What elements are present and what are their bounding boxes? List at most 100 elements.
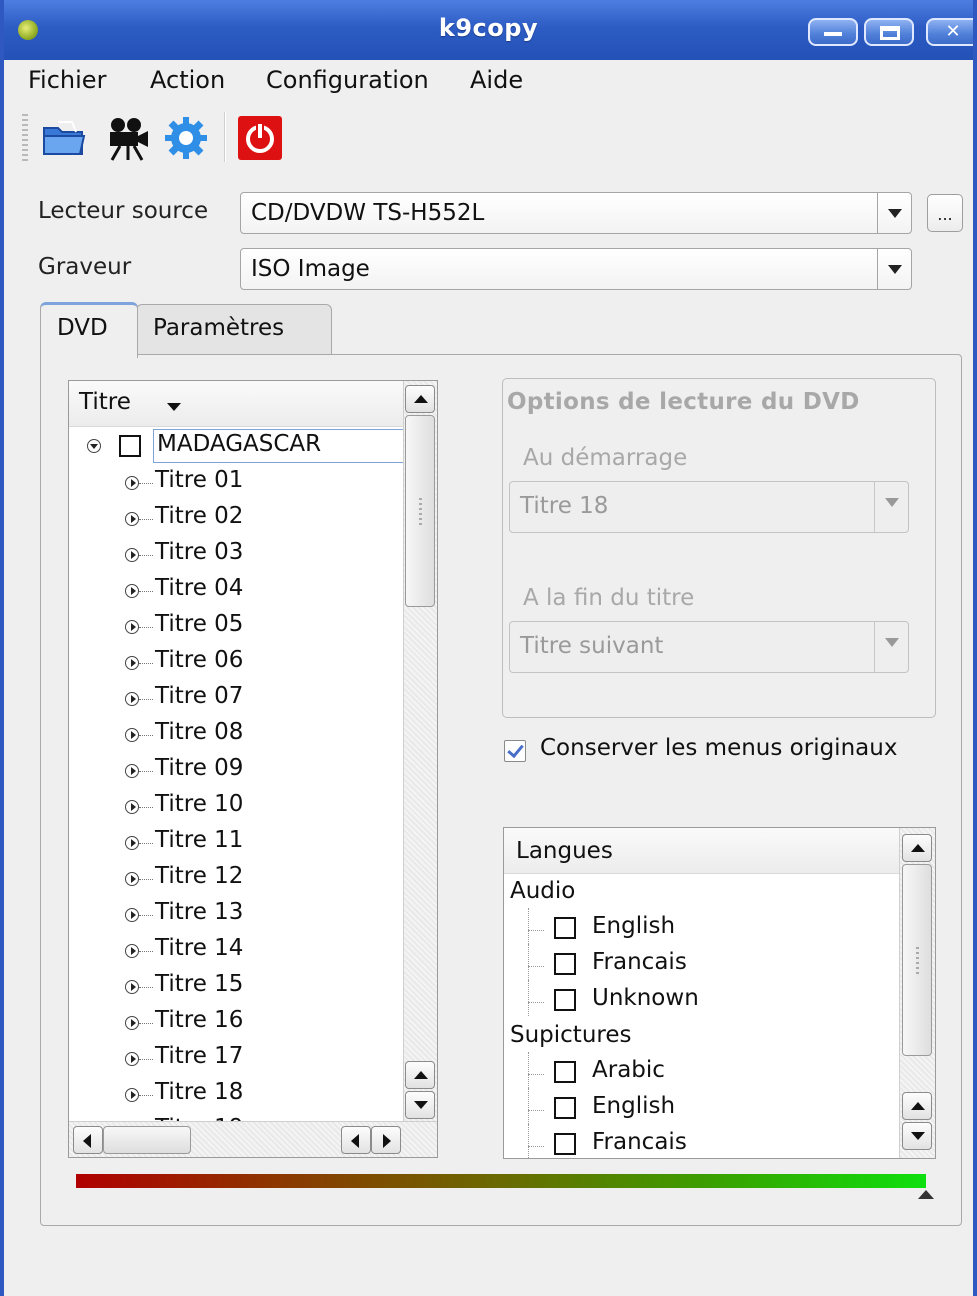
scroll-up-button-lower[interactable]	[902, 1092, 932, 1120]
tree-title-row[interactable]: Titre 08	[69, 717, 405, 753]
scroll-left-button-alt[interactable]	[341, 1126, 371, 1154]
expand-icon[interactable]	[125, 620, 139, 634]
minimize-button[interactable]	[808, 18, 858, 46]
tree-title-row[interactable]: Titre 14	[69, 933, 405, 969]
scroll-up-button[interactable]	[902, 834, 932, 862]
scroll-right-button[interactable]	[371, 1126, 401, 1154]
expand-icon[interactable]	[125, 1088, 139, 1102]
tree-title-row[interactable]: Titre 12	[69, 861, 405, 897]
tree-horizontal-scrollbar[interactable]	[69, 1121, 437, 1157]
expand-icon[interactable]	[125, 692, 139, 706]
expand-icon[interactable]	[125, 656, 139, 670]
tree-title-row[interactable]: Titre 04	[69, 573, 405, 609]
language-checkbox[interactable]	[554, 953, 576, 975]
language-checkbox[interactable]	[554, 1133, 576, 1155]
title-tree[interactable]: Titre MADAGASCAR Titre 01 Titre 02 Titre 0…	[68, 380, 438, 1158]
tree-title-row[interactable]: Titre 07	[69, 681, 405, 717]
expand-icon[interactable]	[125, 548, 139, 562]
expand-icon[interactable]	[125, 980, 139, 994]
tree-title-row[interactable]: Titre 18	[69, 1077, 405, 1113]
language-item[interactable]: English	[528, 908, 900, 946]
progress-marker-icon	[918, 1190, 934, 1199]
language-item[interactable]: English	[528, 1088, 900, 1126]
tree-title-row[interactable]: Titre 06	[69, 645, 405, 681]
scroll-up-button-lower[interactable]	[405, 1061, 435, 1089]
collapse-icon[interactable]	[87, 439, 101, 453]
expand-icon[interactable]	[125, 944, 139, 958]
tree-title-row[interactable]: Titre 05	[69, 609, 405, 645]
checkbox-checked-icon[interactable]	[504, 740, 526, 762]
expand-icon[interactable]	[125, 1016, 139, 1030]
tree-title-row[interactable]: Titre 02	[69, 501, 405, 537]
expand-icon[interactable]	[125, 512, 139, 526]
expand-icon[interactable]	[125, 1052, 139, 1066]
tree-vertical-scrollbar[interactable]	[403, 381, 437, 1123]
keep-original-menus-checkbox[interactable]: Conserver les menus originaux	[502, 734, 942, 768]
language-item[interactable]: Unknown	[528, 980, 900, 1018]
tree-root-row[interactable]: MADAGASCAR	[69, 429, 405, 463]
subpictures-category: Supictures	[510, 1022, 632, 1048]
language-checkbox[interactable]	[554, 989, 576, 1011]
close-button[interactable]: ✕	[926, 18, 973, 46]
expand-icon[interactable]	[125, 584, 139, 598]
tab-parametres[interactable]: Paramètres	[136, 304, 332, 356]
root-checkbox[interactable]	[119, 435, 141, 457]
languages-column-header[interactable]: Langues	[504, 828, 900, 874]
burner-value: ISO Image	[251, 256, 370, 282]
tree-column-header[interactable]: Titre	[69, 381, 405, 427]
tree-title-row[interactable]: Titre 15	[69, 969, 405, 1005]
horizontal-scroll-thumb[interactable]	[103, 1126, 191, 1154]
expand-icon[interactable]	[125, 728, 139, 742]
chevron-down-icon[interactable]	[877, 249, 911, 289]
languages-vertical-scrollbar[interactable]	[899, 828, 935, 1158]
tree-title-row[interactable]: Titre 17	[69, 1041, 405, 1077]
settings-gear-icon[interactable]	[162, 114, 210, 162]
tree-title-row[interactable]: Titre 10	[69, 789, 405, 825]
language-item[interactable]: Francais	[528, 944, 900, 982]
burner-select[interactable]: ISO Image	[240, 248, 912, 290]
tree-connector	[528, 1110, 544, 1111]
expand-icon[interactable]	[125, 908, 139, 922]
language-checkbox[interactable]	[554, 1061, 576, 1083]
tree-title-row[interactable]: Titre 01	[69, 465, 405, 501]
scroll-down-button[interactable]	[405, 1091, 435, 1119]
scroll-thumb[interactable]	[405, 415, 435, 607]
tree-title-row[interactable]: Titre 16	[69, 1005, 405, 1041]
maximize-button[interactable]	[864, 18, 914, 46]
source-drive-select[interactable]: CD/DVDW TS-H552L	[240, 192, 912, 234]
expand-icon[interactable]	[125, 836, 139, 850]
expand-icon[interactable]	[125, 800, 139, 814]
language-item[interactable]: Francais	[528, 1124, 900, 1158]
scroll-left-button[interactable]	[73, 1126, 103, 1154]
expand-icon[interactable]	[125, 764, 139, 778]
close-icon: ✕	[945, 21, 961, 42]
browse-source-button[interactable]: ...	[927, 194, 963, 232]
language-checkbox[interactable]	[554, 1097, 576, 1119]
power-quit-icon[interactable]	[236, 114, 284, 162]
menu-configuration[interactable]: Configuration	[260, 64, 435, 96]
title-bar[interactable]: k9copy ✕	[4, 0, 973, 60]
scroll-up-button[interactable]	[405, 385, 435, 413]
menu-fichier[interactable]: Fichier	[22, 64, 112, 96]
language-item[interactable]: Arabic	[528, 1052, 900, 1090]
tree-title-label: Titre 18	[155, 1079, 244, 1105]
movie-camera-icon[interactable]	[104, 114, 152, 162]
scroll-thumb[interactable]	[902, 864, 932, 1056]
tree-title-row[interactable]: Titre 09	[69, 753, 405, 789]
chevron-down-icon[interactable]	[877, 193, 911, 233]
tree-title-row[interactable]: Titre 13	[69, 897, 405, 933]
expand-icon[interactable]	[125, 872, 139, 886]
languages-list[interactable]: Langues Audio English Francais Unknown Sup…	[503, 827, 936, 1159]
scroll-down-button[interactable]	[902, 1122, 932, 1150]
expand-icon[interactable]	[125, 476, 139, 490]
start-action-value: Titre 18	[520, 493, 609, 519]
menu-action[interactable]: Action	[144, 64, 231, 96]
menu-aide[interactable]: Aide	[464, 64, 529, 96]
language-checkbox[interactable]	[554, 917, 576, 939]
tree-title-row[interactable]: Titre 11	[69, 825, 405, 861]
tree-connector	[139, 1023, 153, 1024]
open-folder-icon[interactable]	[40, 114, 88, 162]
toolbar-grip[interactable]	[22, 114, 28, 162]
tab-dvd[interactable]: DVD	[40, 302, 138, 358]
tree-title-row[interactable]: Titre 03	[69, 537, 405, 573]
